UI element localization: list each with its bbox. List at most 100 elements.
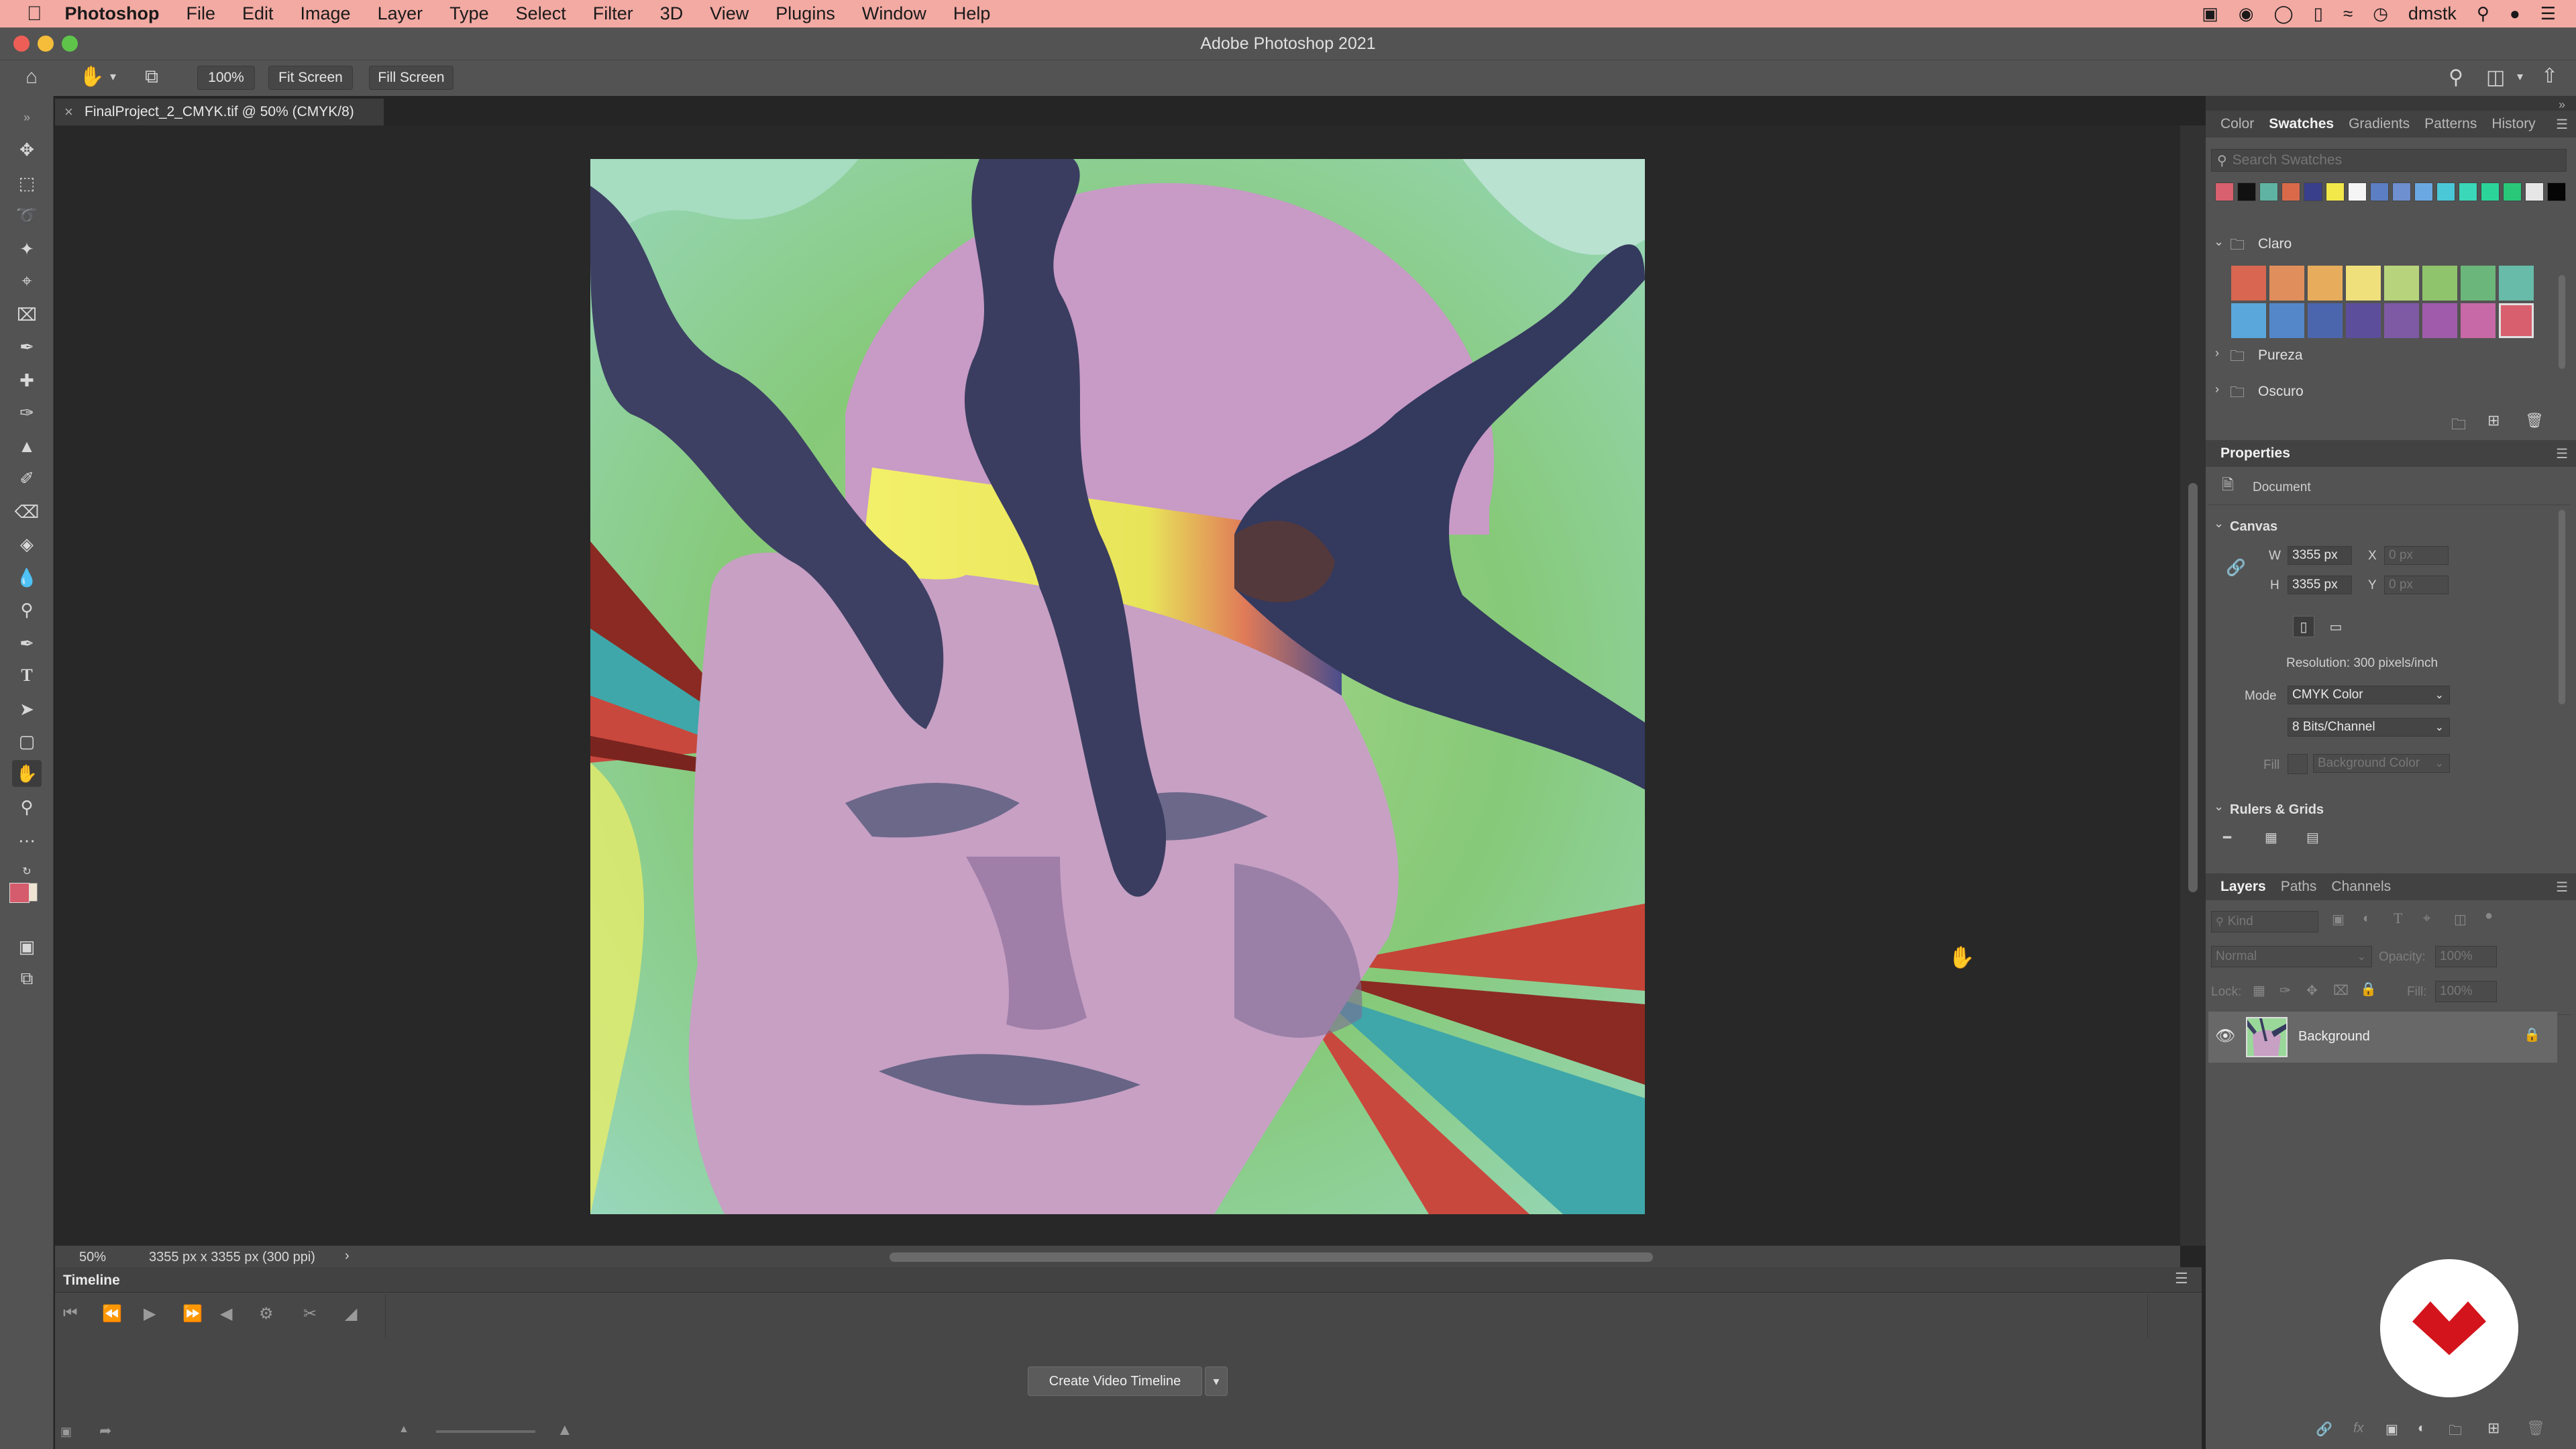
dodge-tool-icon[interactable]: ⚲ <box>12 596 42 623</box>
claro-swatch[interactable] <box>2461 266 2496 301</box>
split-scissors-icon[interactable]: ✂ <box>303 1304 317 1324</box>
claro-swatch[interactable] <box>2269 303 2304 338</box>
workspace-chevron-icon[interactable]: ▾ <box>2517 70 2523 84</box>
recent-swatch[interactable] <box>2414 182 2433 201</box>
lock-pixels-brush-icon[interactable]: ✑ <box>2279 982 2291 999</box>
horizontal-scrollbar-thumb[interactable] <box>890 1252 1653 1262</box>
swatches-scrollbar[interactable] <box>2559 275 2565 369</box>
portrait-orientation-icon[interactable]: ▯ <box>2293 616 2314 637</box>
fit-screen-button[interactable]: Fit Screen <box>268 66 353 90</box>
bit-depth-select[interactable]: 8 Bits/Channel ⌄ <box>2288 718 2450 737</box>
marquee-tool-icon[interactable]: ⬚ <box>12 170 42 197</box>
link-chain-icon[interactable]: 🔗 <box>2226 558 2246 578</box>
spotlight-search-icon[interactable]: ⚲ <box>2477 3 2489 24</box>
fx-icon[interactable]: fx <box>2353 1421 2364 1436</box>
canvas-section-title[interactable]: Canvas <box>2230 519 2277 535</box>
claro-swatch[interactable] <box>2461 303 2496 338</box>
fill-screen-button[interactable]: Fill Screen <box>369 66 453 90</box>
history-brush-tool-icon[interactable]: ✐ <box>12 465 42 492</box>
play-icon[interactable]: ▶ <box>144 1304 156 1324</box>
recent-swatch[interactable] <box>2370 182 2389 201</box>
recent-swatch[interactable] <box>2503 182 2522 201</box>
menu-layer[interactable]: Layer <box>378 3 423 24</box>
claro-swatch[interactable] <box>2346 266 2381 301</box>
menu-view[interactable]: View <box>710 3 749 24</box>
sync-icon[interactable]: ◯ <box>2274 3 2294 24</box>
quick-mask-icon[interactable]: ▣ <box>12 933 42 960</box>
blend-mode-select[interactable]: Normal ⌄ <box>2211 946 2372 967</box>
zoom-window-button[interactable] <box>62 36 78 52</box>
layer-lock-icon[interactable]: 🔒 <box>2524 1026 2540 1043</box>
share-icon[interactable]: ⇧ <box>2541 64 2558 88</box>
link-layers-icon[interactable]: 🔗 <box>2316 1421 2332 1438</box>
close-icon[interactable]: × <box>64 103 73 121</box>
control-center-icon[interactable]: ☰ <box>2540 3 2556 24</box>
guides-icon[interactable]: ▤ <box>2306 829 2319 846</box>
canvas-width-field[interactable]: 3355 px <box>2288 546 2352 565</box>
swap-colors-icon[interactable]: ↻ <box>12 858 42 885</box>
next-frame-icon[interactable]: ⏩ <box>182 1304 203 1324</box>
claro-swatch[interactable] <box>2499 303 2534 338</box>
adjustment-layer-icon[interactable]: ◐ <box>2418 1421 2426 1436</box>
claro-swatch[interactable] <box>2269 266 2304 301</box>
menu-3d[interactable]: 3D <box>660 3 684 24</box>
menu-image[interactable]: Image <box>301 3 351 24</box>
workspace-icon[interactable]: ◫ <box>2486 66 2505 89</box>
menu-edit[interactable]: Edit <box>242 3 274 24</box>
hand-tool-preset-icon[interactable]: ✋ <box>79 65 104 89</box>
opacity-field[interactable]: 100% <box>2435 946 2497 967</box>
filter-adjustment-icon[interactable]: ◐ <box>2363 911 2371 926</box>
menu-plugins[interactable]: Plugins <box>775 3 835 24</box>
menu-help[interactable]: Help <box>953 3 991 24</box>
visibility-eye-icon[interactable]: 👁 <box>2215 1026 2235 1046</box>
tab-history[interactable]: History <box>2491 116 2535 132</box>
filter-pixel-icon[interactable]: ▣ <box>2332 911 2345 928</box>
menu-file[interactable]: File <box>186 3 215 24</box>
hand-tool-icon[interactable]: ✋ <box>12 760 42 787</box>
grid-icon[interactable]: ▦ <box>2265 829 2277 846</box>
layers-menu-icon[interactable]: ☰ <box>2556 879 2568 896</box>
frame-tool-icon[interactable]: ⌧ <box>12 301 42 328</box>
status-zoom[interactable]: 50% <box>79 1250 106 1265</box>
zoom-out-mountain-icon[interactable]: ▲ <box>398 1424 409 1436</box>
claro-swatch[interactable] <box>2308 266 2343 301</box>
new-layer-icon[interactable]: ⊞ <box>2487 1419 2500 1437</box>
scroll-all-windows-icon[interactable]: ⧉ <box>145 66 158 88</box>
airplay-icon[interactable]: ▯ <box>2314 3 2323 24</box>
claro-swatch[interactable] <box>2308 303 2343 338</box>
lock-all-icon[interactable]: 🔒 <box>2360 981 2377 998</box>
recent-swatch[interactable] <box>2326 182 2345 201</box>
add-mask-icon[interactable]: ▣ <box>2385 1421 2398 1438</box>
filter-type-icon[interactable]: T <box>2394 910 2402 927</box>
swatch-group-pureza[interactable]: Pureza <box>2258 347 2303 364</box>
swatches-menu-icon[interactable]: ☰ <box>2556 116 2568 133</box>
claro-swatch[interactable] <box>2384 266 2419 301</box>
zoom-in-mountain-icon[interactable]: ▲ <box>557 1421 573 1440</box>
rulers-grids-section-title[interactable]: Rulers & Grids <box>2230 802 2324 818</box>
minimize-window-button[interactable] <box>38 36 54 52</box>
fill-color-swatch[interactable] <box>2288 754 2308 774</box>
claro-swatch[interactable] <box>2499 266 2534 301</box>
pen-tool-icon[interactable]: ✒ <box>12 630 42 657</box>
recent-swatch[interactable] <box>2259 182 2278 201</box>
path-selection-tool-icon[interactable]: ➤ <box>12 696 42 722</box>
timeline-menu-icon[interactable]: ☰ <box>2175 1270 2188 1287</box>
canvas-y-field[interactable]: 0 px <box>2384 576 2449 594</box>
panel-collapse-icon[interactable]: » <box>2559 98 2565 112</box>
search-icon[interactable]: ⚲ <box>2449 66 2463 89</box>
new-group-folder-icon[interactable]: 🗀 <box>2451 413 2466 439</box>
recent-swatch[interactable] <box>2237 182 2256 201</box>
recent-swatch[interactable] <box>2459 182 2477 201</box>
audio-icon[interactable]: ◀ <box>220 1304 232 1324</box>
swatch-group-oscuro[interactable]: Oscuro <box>2258 384 2304 400</box>
chevron-down-icon[interactable]: ⌄ <box>2214 800 2224 814</box>
layer-fill-field[interactable]: 100% <box>2435 981 2497 1002</box>
layer-kind-filter[interactable]: ⚲ Kind <box>2211 911 2318 932</box>
delete-trash-icon[interactable]: 🗑 <box>2525 412 2544 429</box>
recent-swatch[interactable] <box>2304 182 2322 201</box>
properties-scrollbar[interactable] <box>2559 510 2565 704</box>
landscape-orientation-icon[interactable]: ▭ <box>2325 616 2347 637</box>
timeline-zoom-slider[interactable] <box>436 1430 535 1433</box>
claro-swatch[interactable] <box>2231 266 2266 301</box>
recent-swatch[interactable] <box>2392 182 2411 201</box>
